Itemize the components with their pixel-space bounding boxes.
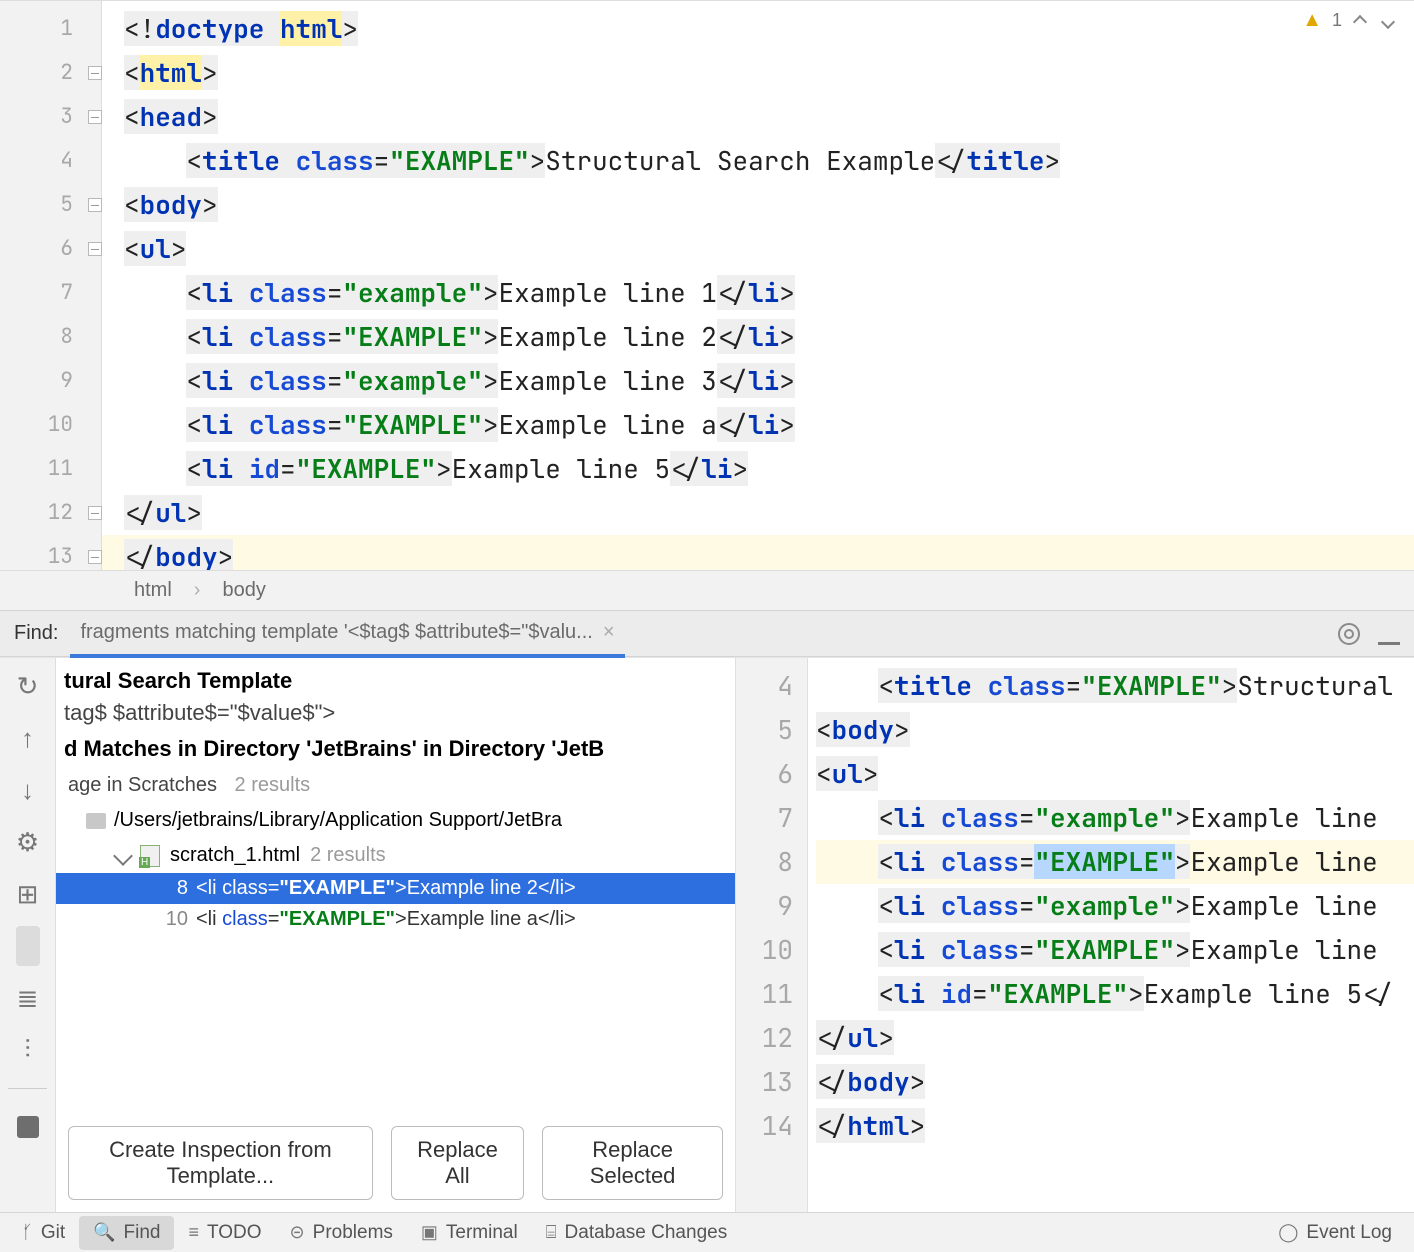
expand-all-icon[interactable] bbox=[8, 978, 48, 1018]
find-tab[interactable]: fragments matching template '<$tag$ $att… bbox=[76, 611, 618, 656]
bubble-icon: ◯ bbox=[1278, 1222, 1298, 1243]
rerun-icon[interactable] bbox=[8, 666, 48, 706]
chevron-down-icon[interactable] bbox=[113, 846, 133, 866]
status-git[interactable]: ᚶ Git bbox=[8, 1216, 79, 1250]
next-result-icon[interactable] bbox=[8, 770, 48, 810]
results-group[interactable]: d Matches in Directory 'JetBrains' in Di… bbox=[56, 730, 735, 768]
breadcrumb-item[interactable]: body bbox=[222, 579, 265, 602]
results-file-name: scratch_1.html bbox=[170, 844, 300, 867]
results-button-row: Create Inspection from Template... Repla… bbox=[56, 1114, 735, 1212]
database-icon: ⌸ bbox=[546, 1222, 557, 1243]
list-icon: ≡ bbox=[188, 1222, 199, 1243]
find-tab-label: fragments matching template '<$tag$ $att… bbox=[80, 621, 592, 644]
results-usage-count: 2 results bbox=[235, 774, 311, 796]
status-db[interactable]: ⌸ Database Changes bbox=[532, 1216, 741, 1250]
results-folder[interactable]: /Users/jetbrains/Library/Application Sup… bbox=[56, 803, 735, 838]
prev-result-icon[interactable] bbox=[8, 718, 48, 758]
results-header: tural Search Template bbox=[56, 658, 735, 696]
prev-highlight-icon[interactable] bbox=[1352, 12, 1370, 30]
find-toolwindow-tabbar[interactable]: Find: fragments matching template '<$tag… bbox=[0, 610, 1414, 657]
editor-pane[interactable]: 12345678910111213 <!doctype html><html><… bbox=[0, 0, 1414, 570]
gear-icon[interactable] bbox=[1338, 623, 1360, 645]
find-preview-pane[interactable]: 4567891011121314 <title class="EXAMPLE">… bbox=[736, 658, 1414, 1212]
find-results-tree[interactable]: tural Search Template tag$ $attribute$="… bbox=[56, 658, 736, 1212]
result-match[interactable]: 10<li class="EXAMPLE">Example line a</li… bbox=[56, 904, 735, 935]
find-toolwindow: tural Search Template tag$ $attribute$="… bbox=[0, 657, 1414, 1212]
results-folder-path: /Users/jetbrains/Library/Application Sup… bbox=[114, 809, 562, 832]
status-eventlog[interactable]: ◯ Event Log bbox=[1264, 1216, 1406, 1250]
status-bar[interactable]: ᚶ Git 🔍 Find ≡ TODO ⊝ Problems ▣ Terminal ⌸ Da… bbox=[0, 1212, 1414, 1252]
branch-icon: ᚶ bbox=[22, 1222, 33, 1243]
status-todo[interactable]: ≡ TODO bbox=[174, 1216, 275, 1250]
inspection-widget[interactable]: ▲ 1 bbox=[1302, 9, 1398, 32]
editor-gutter: 12345678910111213 bbox=[0, 1, 102, 570]
status-problems[interactable]: ⊝ Problems bbox=[276, 1216, 407, 1250]
results-usage-line[interactable]: age in Scratches 2 results bbox=[56, 768, 735, 803]
warning-icon: ▲ bbox=[1302, 9, 1322, 32]
status-find[interactable]: 🔍 Find bbox=[79, 1216, 174, 1250]
find-label: Find: bbox=[14, 622, 58, 645]
results-file-count: 2 results bbox=[310, 844, 386, 867]
group-by-icon[interactable] bbox=[8, 874, 48, 914]
status-terminal[interactable]: ▣ Terminal bbox=[407, 1216, 532, 1250]
search-icon: 🔍 bbox=[93, 1222, 115, 1243]
results-template: tag$ $attribute$="$value$"> bbox=[56, 696, 735, 730]
status-todo-label: TODO bbox=[207, 1222, 262, 1244]
preview-gutter: 4567891011121314 bbox=[736, 658, 808, 1212]
minimize-icon[interactable] bbox=[1378, 623, 1400, 645]
folder-icon bbox=[86, 813, 106, 829]
status-problems-label: Problems bbox=[313, 1222, 393, 1244]
alert-icon: ⊝ bbox=[290, 1222, 305, 1243]
collapse-all-icon[interactable] bbox=[8, 1030, 48, 1070]
editor-code[interactable]: <!doctype html><html><head> <title class… bbox=[102, 1, 1414, 570]
results-usage-label: age in Scratches bbox=[68, 774, 217, 796]
pin-icon[interactable] bbox=[8, 1107, 48, 1147]
preview-icon[interactable] bbox=[16, 926, 40, 966]
divider bbox=[8, 1088, 47, 1089]
next-highlight-icon[interactable] bbox=[1380, 12, 1398, 30]
settings-icon[interactable] bbox=[8, 822, 48, 862]
breadcrumb-separator: › bbox=[194, 579, 201, 602]
result-match[interactable]: 8<li class="EXAMPLE">Example line 2</li> bbox=[56, 873, 735, 904]
breadcrumb-item[interactable]: html bbox=[134, 579, 172, 602]
replace-all-button[interactable]: Replace All bbox=[391, 1126, 524, 1200]
find-side-toolbar[interactable] bbox=[0, 658, 56, 1212]
close-icon[interactable]: × bbox=[603, 621, 615, 644]
status-find-label: Find bbox=[124, 1222, 161, 1244]
breadcrumb-bar[interactable]: html › body bbox=[0, 570, 1414, 610]
terminal-icon: ▣ bbox=[421, 1222, 438, 1243]
results-file[interactable]: scratch_1.html 2 results bbox=[56, 838, 735, 873]
create-inspection-button[interactable]: Create Inspection from Template... bbox=[68, 1126, 373, 1200]
status-git-label: Git bbox=[41, 1222, 65, 1244]
warning-count: 1 bbox=[1332, 10, 1342, 31]
html-file-icon bbox=[140, 845, 160, 867]
status-terminal-label: Terminal bbox=[446, 1222, 518, 1244]
status-db-label: Database Changes bbox=[565, 1222, 728, 1244]
preview-code[interactable]: <title class="EXAMPLE">Structural<body><… bbox=[808, 658, 1414, 1212]
status-eventlog-label: Event Log bbox=[1306, 1222, 1392, 1244]
replace-selected-button[interactable]: Replace Selected bbox=[542, 1126, 723, 1200]
